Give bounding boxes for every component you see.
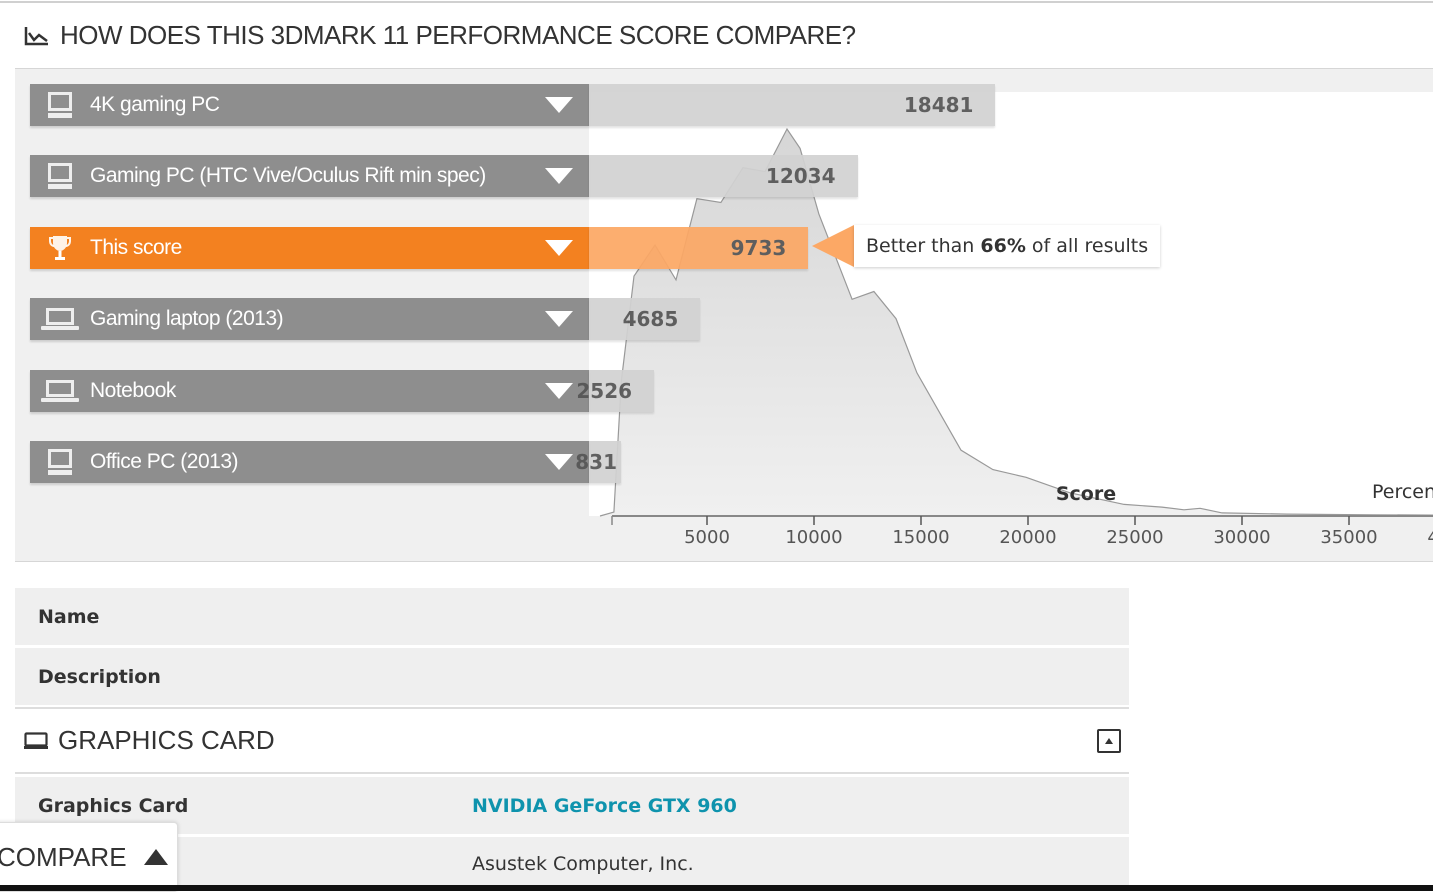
comparison-row: Notebook 2526 [30,370,655,412]
x-tick-label: 10000 [785,527,842,548]
graphics-card-row: Graphics Card NVIDIA GeForce GTX 960 [15,777,1129,834]
comparison-dropdown[interactable]: Office PC (2013) [30,441,589,483]
x-tick-label: 40000 [1427,527,1433,548]
trophy-icon [30,234,90,262]
chevron-down-icon [545,383,573,399]
graphics-card-header: GRAPHICS CARD [15,707,1129,774]
comparison-dropdown[interactable]: 4K gaming PC [30,84,589,126]
laptop-icon [30,379,90,403]
graphics-card-label: Graphics Card [38,794,189,817]
graphics-card-title: GRAPHICS CARD [58,725,275,755]
desktop-icon [30,162,90,190]
score-bar: 12034 [589,155,858,197]
compare-tab[interactable]: COMPARE [0,822,178,892]
y-axis-label: Percen [1372,481,1433,503]
row-label: Notebook [90,379,176,402]
row-label: This score [90,236,182,259]
x-tick-label: 30000 [1213,527,1270,548]
comparison-dropdown[interactable]: This score [30,227,589,269]
x-tick-label: 15000 [892,527,949,548]
compare-label: COMPARE [0,841,127,872]
chevron-down-icon [545,168,573,184]
score-bar: 18481 [589,84,996,126]
comparison-row: Office PC (2013) 831 [30,441,621,483]
chevron-down-icon [545,240,573,256]
row-label: Gaming PC (HTC Vive/Oculus Rift min spec… [90,164,486,187]
score-value: 831 [575,450,617,474]
chevron-down-icon [545,97,573,113]
caret-up-icon [1105,738,1113,744]
chevron-down-icon [545,454,573,470]
callout-prefix: Better than [866,235,981,257]
score-value: 12034 [765,164,836,188]
x-tick-label: 25000 [1106,527,1163,548]
score-value: 2526 [576,379,633,403]
x-tick-label: 5000 [684,527,730,548]
callout-percent: 66% [980,235,1026,257]
chevron-down-icon [545,311,573,327]
comparison-dropdown[interactable]: Gaming laptop (2013) [30,298,589,340]
x-tick-label: 20000 [999,527,1056,548]
score-bar: 2526 [576,370,655,412]
laptop-icon [30,307,90,331]
graphics-card-link[interactable]: NVIDIA GeForce GTX 960 [472,795,737,817]
score-value: 9733 [730,236,787,260]
name-label: Name [38,605,100,628]
name-row: Name [15,588,1129,645]
description-row: Description [15,648,1129,705]
score-bar: 4685 [589,298,701,340]
score-value: 18481 [903,93,974,117]
desktop-icon [30,91,90,119]
comparison-row: Gaming laptop (2013) 4685 [30,298,701,340]
comparison-row: Gaming PC (HTC Vive/Oculus Rift min spec… [30,155,858,197]
score-bar: 9733 [589,227,809,269]
collapse-button[interactable] [1097,729,1121,753]
desktop-icon [30,448,90,476]
comparison-row: 4K gaming PC 18481 [30,84,996,126]
callout-suffix: of all results [1025,235,1149,257]
percentile-callout: Better than 66% of all results [812,225,1161,267]
row-label: Office PC (2013) [90,450,239,473]
score-value: 4685 [622,307,679,331]
manufacturer-value: Asustek Computer, Inc. [472,853,694,875]
manufacturer-row: Asustek Computer, Inc. [15,837,1129,891]
bottom-bar [0,885,1433,891]
score-bar: 831 [575,441,621,483]
x-tick-label: 35000 [1320,527,1377,548]
comparison-row: This score 9733 [30,227,809,269]
row-label: Gaming laptop (2013) [90,307,284,330]
description-label: Description [38,665,161,688]
caret-up-icon [143,849,168,865]
comparison-dropdown[interactable]: Gaming PC (HTC Vive/Oculus Rift min spec… [30,155,589,197]
comparison-dropdown[interactable]: Notebook [30,370,589,412]
x-axis-label: Score [1056,483,1116,505]
monitor-icon [24,731,48,749]
row-label: 4K gaming PC [90,93,220,116]
callout-pointer [812,225,854,267]
